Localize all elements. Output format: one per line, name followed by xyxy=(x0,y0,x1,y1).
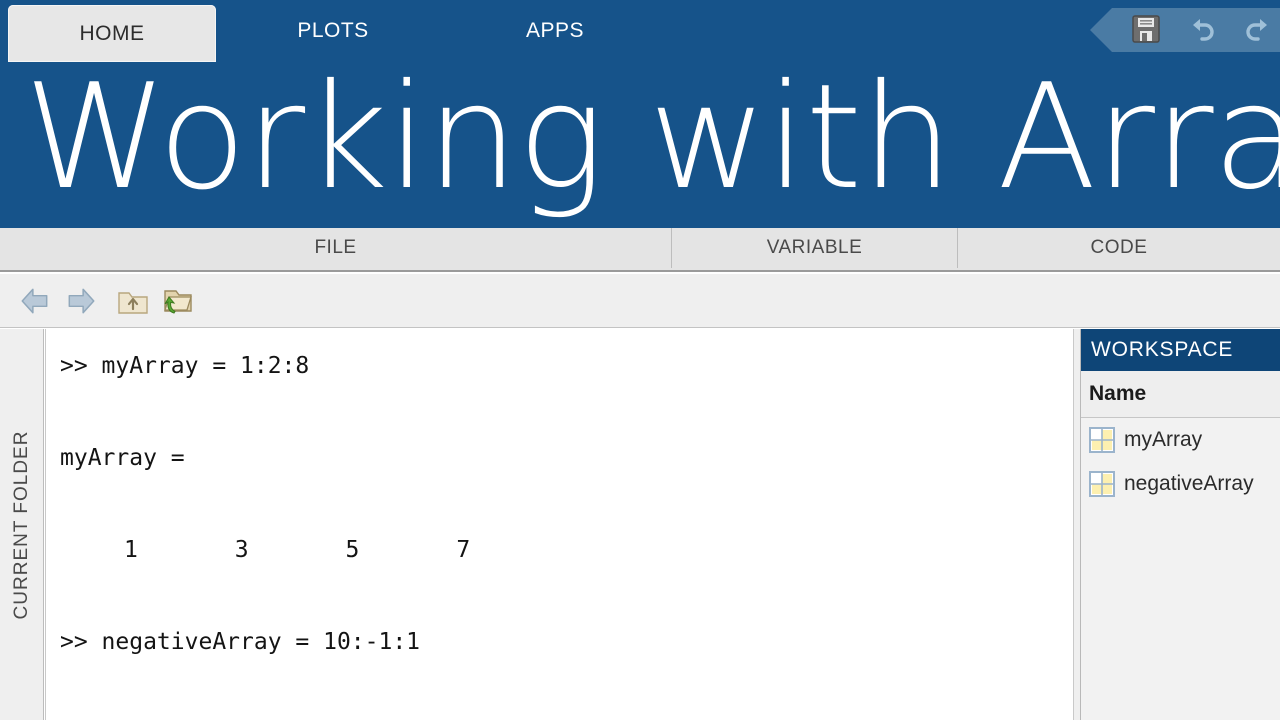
workspace-variable-name: myArray xyxy=(1124,428,1202,452)
workspace-variable-name: negativeArray xyxy=(1124,472,1254,496)
toolstrip: HOME PLOTS APPS xyxy=(0,0,1280,62)
current-folder-label: CURRENT FOLDER xyxy=(11,430,33,619)
back-arrow-icon[interactable] xyxy=(16,283,54,319)
toolstrip-section-labels: FILE VARIABLE CODE xyxy=(0,228,1280,272)
workspace-panel: WORKSPACE Name myArray xyxy=(1080,329,1280,720)
section-label-file: FILE xyxy=(0,228,672,268)
section-label-variable: VARIABLE xyxy=(672,228,958,268)
section-variable-text: VARIABLE xyxy=(767,237,863,259)
video-title-text: Working with Arrays xyxy=(24,62,1280,228)
redo-icon[interactable] xyxy=(1242,13,1276,47)
video-title-overlay: Working with Arrays xyxy=(0,62,1280,228)
address-toolbar: / ❯ MATLAB Drive ❯ xyxy=(0,274,1280,328)
undo-icon[interactable] xyxy=(1186,13,1220,47)
command-output-name: myArray = xyxy=(60,435,1073,481)
command-blank-line xyxy=(60,573,1073,619)
browse-folder-icon[interactable] xyxy=(158,283,196,319)
tab-home-label: HOME xyxy=(80,22,145,46)
command-line: >> myArray = 1:2:8 xyxy=(60,343,1073,389)
tab-apps-label: APPS xyxy=(526,19,584,43)
save-icon[interactable] xyxy=(1130,13,1164,47)
matrix-variable-icon xyxy=(1089,471,1115,497)
command-output-values: 1 3 5 7 xyxy=(60,527,1073,573)
command-line: >> negativeArray = 10:-1:1 xyxy=(60,619,1073,665)
section-code-text: CODE xyxy=(1091,237,1148,259)
tab-plots[interactable]: PLOTS xyxy=(258,5,408,57)
workspace-panel-title[interactable]: WORKSPACE xyxy=(1081,329,1280,371)
quick-access-toolbar xyxy=(1090,8,1280,52)
forward-arrow-icon[interactable] xyxy=(62,283,100,319)
tab-home[interactable]: HOME xyxy=(8,5,216,62)
command-window[interactable]: >> myArray = 1:2:8 myArray = 1 3 5 7 >> … xyxy=(45,329,1073,720)
tab-plots-label: PLOTS xyxy=(297,19,368,43)
workspace-row-myarray[interactable]: myArray xyxy=(1081,418,1280,462)
workspace-variable-list: myArray negativeArray xyxy=(1081,418,1280,720)
up-folder-icon[interactable] xyxy=(114,283,152,319)
section-file-text: FILE xyxy=(314,237,356,259)
tab-apps[interactable]: APPS xyxy=(480,5,630,57)
workspace-column-header-name[interactable]: Name xyxy=(1081,371,1280,418)
section-label-code: CODE xyxy=(958,228,1280,268)
matrix-variable-icon xyxy=(1089,427,1115,453)
current-folder-panel-tab[interactable]: CURRENT FOLDER xyxy=(0,329,44,720)
workspace-title-text: WORKSPACE xyxy=(1091,338,1233,362)
command-blank-line xyxy=(60,389,1073,435)
command-blank-line xyxy=(60,481,1073,527)
workspace-row-negativearray[interactable]: negativeArray xyxy=(1081,462,1280,506)
panel-splitter[interactable] xyxy=(1073,329,1080,720)
workspace-column-name-text: Name xyxy=(1089,382,1146,406)
